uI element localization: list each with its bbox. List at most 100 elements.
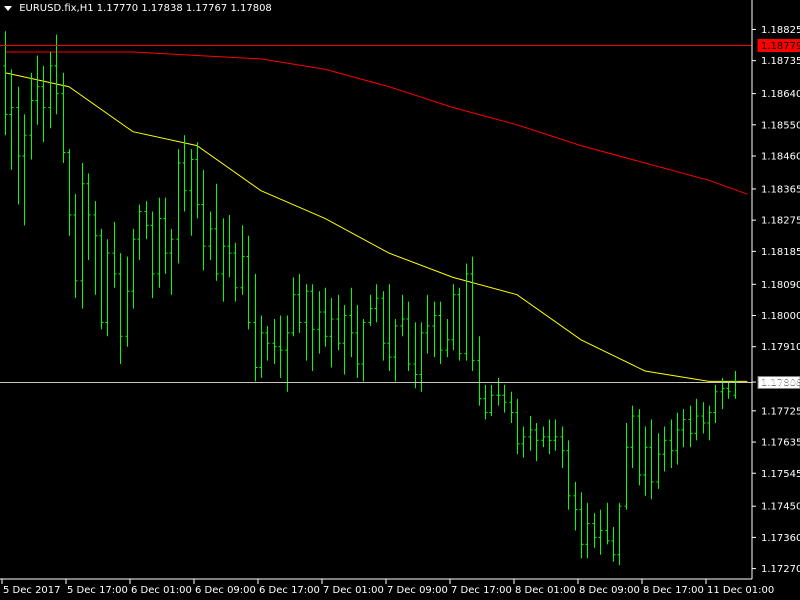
time-tick-label: 8 Dec 09:00 [579,585,640,596]
ohlc-bar [528,416,533,451]
ohlc-bar [483,384,488,420]
ohlc-bar [137,204,142,261]
ohlc-bar [22,114,27,226]
ohlc-bar [560,426,565,469]
ohlc-bar [649,419,654,500]
ohlc-bar [233,242,238,302]
ohlc-bar [726,381,731,399]
ohlc-bar [112,221,117,288]
price-tick-label: 1.17450 [761,502,800,513]
ohlc-bar [41,65,46,143]
time-tick-label: 5 Dec 2017 [3,585,61,596]
ohlc-bar [489,384,494,417]
ohlc-bars [3,31,738,566]
price-axis: 1.18825 1.18735 1.18640 1.18550 1.18460 1.183… [752,25,800,575]
ohlc-bar [35,55,40,125]
ohlc-bar [67,149,72,236]
ohlc-bar [265,325,270,361]
price-tick-label: 1.18825 [761,25,800,36]
ohlc-bar [323,287,328,347]
ohlc-bar [630,405,635,469]
price-tick-label: 1.17545 [761,469,800,480]
ohlc-bar [16,86,21,205]
ohlc-bar [573,481,578,531]
price-chart[interactable]: 1.18779 1.17808 1.188251.187351.186401.18… [0,0,800,600]
ohlc-bar [93,201,98,295]
time-tick-label: 7 Dec 09:00 [387,585,448,596]
price-tick-label: 1.18275 [761,216,800,227]
ohlc-bar [246,235,251,330]
ohlc-bar [342,305,347,375]
fast-ma-line [4,72,748,382]
price-tick-label: 1.17270 [761,564,800,575]
price-tick-label: 1.17910 [761,342,800,353]
ohlc-bar [445,318,450,358]
price-tick-label: 1.17360 [761,533,800,544]
time-tick-label: 8 Dec 01:00 [515,585,576,596]
ohlc-bar [80,162,85,309]
ohlc-bar [611,526,616,562]
ohlc-bar [419,322,424,392]
ohlc-bar [240,225,245,295]
ohlc-bar [73,194,78,299]
ohlc-bar [176,149,181,264]
time-tick-label: 5 Dec 17:00 [67,585,128,596]
ohlc-bar [681,409,686,448]
red-level-badge-label: 1.18779 [761,41,800,52]
ohlc-bar [675,412,680,465]
ohlc-bar [310,284,315,371]
ohlc-bar [157,197,162,288]
ohlc-bar [291,277,296,337]
price-tick-label: 1.17808 [761,378,800,389]
ohlc-bar [182,135,187,212]
ohlc-bar [470,256,475,371]
ohlc-bar [317,291,322,354]
ohlc-bar [406,301,411,371]
dropdown-triangle-icon[interactable] [4,5,12,11]
ohlc-bar [400,294,405,337]
ohlc-bar [169,228,174,295]
price-tick-label: 1.18640 [761,89,800,100]
ohlc-bar [208,211,213,261]
ohlc-bar [297,273,302,333]
ohlc-bar [669,419,674,469]
ohlc-bar [688,405,693,448]
ohlc-bar [368,294,373,326]
ohlc-bar [214,183,219,281]
time-tick-label: 7 Dec 17:00 [451,585,512,596]
ohlc-bar [329,298,334,368]
time-tick-label: 11 Dec 01:00 [707,585,774,596]
ohlc-bar [624,422,629,510]
time-axis: 5 Dec 2017 5 Dec 17:00 6 Dec 01:00 6 Dec 09… [1,579,774,596]
ohlc-bar [349,287,354,358]
ohlc-bar [515,398,520,455]
ohlc-bar [99,228,104,330]
ohlc-bar [336,294,341,351]
price-tick-label: 1.18090 [761,280,800,291]
time-tick-label: 6 Dec 17:00 [259,585,320,596]
ohlc-bar [393,318,398,382]
high-value: 1.17838 [141,3,183,14]
open-value: 1.17770 [96,3,139,14]
ohlc-bar [457,287,462,361]
ohlc-bar [355,305,360,378]
ohlc-bar [201,169,206,271]
ohlc-bar [105,239,110,337]
ohlc-bar [585,502,590,559]
ohlc-bar [662,426,667,472]
ohlc-bar [9,69,14,170]
ohlc-bar [221,218,226,302]
ohlc-bar [131,228,136,309]
ohlc-bar [387,284,392,371]
ohlc-bar [656,433,661,489]
ohlc-bar [451,284,456,351]
ohlc-bar [425,294,430,354]
time-tick-label: 6 Dec 09:00 [195,585,256,596]
chart-header: EURUSD.fix,H1 1.17770 1.17838 1.17767 1.… [4,3,272,14]
ohlc-bar [304,284,309,361]
ohlc-bar [701,402,706,434]
ohlc-bar [125,256,130,347]
ohlc-bar [381,291,386,361]
ohlc-bar [541,426,546,448]
ohlc-bar [259,315,264,378]
